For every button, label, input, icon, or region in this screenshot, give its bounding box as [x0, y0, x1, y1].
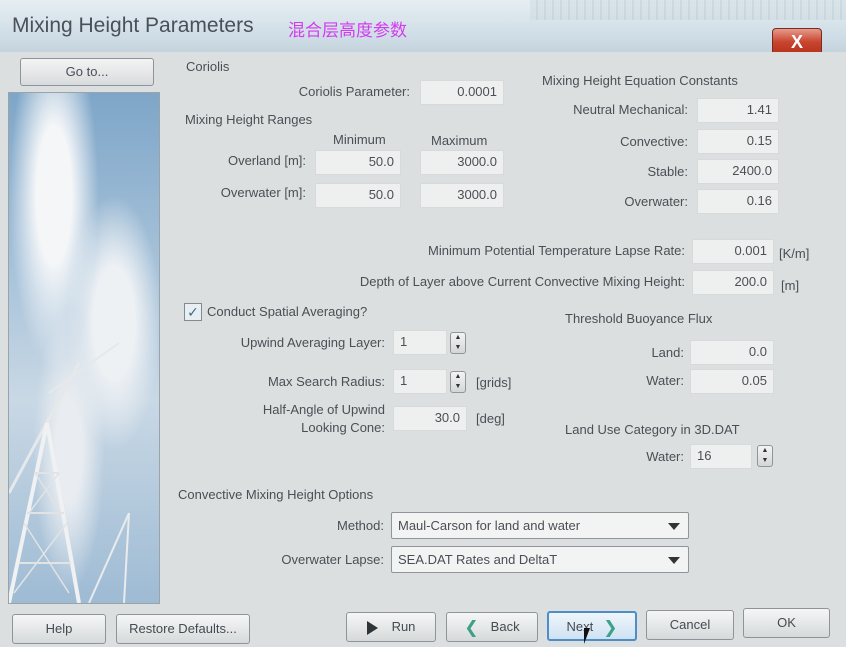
half-angle-field[interactable]: 30.0 [393, 406, 467, 431]
buoyancy-land-label: Land: [651, 345, 684, 360]
buoyancy-water-field[interactable]: 0.05 [690, 369, 774, 394]
stable-label: Stable: [647, 164, 688, 179]
landuse-water-field[interactable]: 16 [690, 444, 752, 469]
half-angle-unit: [deg] [476, 411, 505, 426]
overland-min-field[interactable]: 50.0 [315, 150, 401, 175]
chevron-right-icon: ❯ [603, 617, 618, 637]
spatial-averaging-checkbox[interactable]: ✓ [184, 303, 202, 321]
window-subtitle-cn: 混合层高度参数 [288, 21, 407, 40]
overwater-min-field[interactable]: 50.0 [315, 183, 401, 208]
back-button[interactable]: ❮ Back [446, 612, 538, 642]
max-search-radius-label: Max Search Radius: [267, 374, 385, 389]
play-icon [366, 620, 378, 635]
window-title: Mixing Height Parameters [12, 14, 254, 37]
min-lapse-rate-field[interactable]: 0.001 [692, 239, 774, 264]
neutral-mechanical-label: Neutral Mechanical: [573, 102, 688, 117]
help-button[interactable]: Help [12, 614, 106, 644]
title-bar-background-strip [530, 0, 846, 20]
spatial-averaging-label: Conduct Spatial Averaging? [207, 304, 368, 319]
max-search-radius-unit: [grids] [476, 375, 512, 390]
next-button[interactable]: Next ❯ [547, 611, 637, 641]
chevron-left-icon: ❮ [464, 617, 479, 637]
overwater-lapse-dropdown-value: SEA.DAT Rates and DeltaT [398, 552, 558, 567]
overwater-lapse-label: Overwater Lapse: [281, 552, 384, 567]
overland-label: Overland [m]: [227, 153, 306, 168]
buoyancy-land-field[interactable]: 0.0 [690, 340, 774, 365]
sky-tower-image [8, 92, 160, 604]
landuse-group-title: Land Use Category in 3D.DAT [565, 422, 740, 437]
method-dropdown-value: Maul-Carson for land and water [398, 518, 581, 533]
convective-options-group-title: Convective Mixing Height Options [178, 487, 374, 502]
overwater-constant-label: Overwater: [624, 194, 688, 209]
back-button-label: Back [490, 619, 520, 634]
layer-depth-label: Depth of Layer above Current Convective … [359, 274, 685, 289]
landuse-water-label: Water: [646, 449, 684, 464]
stable-field[interactable]: 2400.0 [697, 159, 779, 184]
ranges-group-title: Mixing Height Ranges [185, 112, 313, 127]
neutral-mechanical-field[interactable]: 1.41 [697, 98, 779, 123]
coriolis-group-title: Coriolis [186, 59, 230, 74]
restore-defaults-button[interactable]: Restore Defaults... [116, 614, 250, 644]
upwind-layer-label: Upwind Averaging Layer: [240, 335, 385, 350]
equation-constants-group-title: Mixing Height Equation Constants [542, 73, 738, 88]
convective-field[interactable]: 0.15 [697, 129, 779, 154]
half-angle-label-line1: Half-Angle of Upwind [262, 402, 385, 417]
run-button-label: Run [391, 619, 416, 634]
min-lapse-rate-label: Minimum Potential Temperature Lapse Rate… [428, 243, 685, 258]
upwind-layer-field[interactable]: 1 [393, 330, 447, 355]
layer-depth-field[interactable]: 200.0 [692, 270, 774, 295]
coriolis-param-label: Coriolis Parameter: [298, 84, 410, 99]
method-label: Method: [337, 518, 384, 533]
overwater-lapse-dropdown[interactable]: SEA.DAT Rates and DeltaT [391, 546, 689, 573]
chevron-down-icon [668, 523, 680, 530]
min-lapse-rate-unit: [K/m] [779, 246, 810, 261]
buoyancy-water-label: Water: [646, 373, 684, 388]
method-dropdown[interactable]: Maul-Carson for land and water [391, 512, 689, 539]
ranges-max-header: Maximum [431, 133, 488, 148]
upwind-layer-spinner[interactable]: ▲ ▼ [450, 332, 466, 354]
max-search-radius-field[interactable]: 1 [393, 369, 447, 394]
overwater-range-label: Overwater [m]: [220, 185, 306, 200]
ranges-min-header: Minimum [333, 132, 386, 147]
convective-label: Convective: [620, 134, 688, 149]
max-search-radius-spinner[interactable]: ▲ ▼ [450, 371, 466, 393]
mouse-cursor-icon [584, 628, 590, 644]
overwater-max-field[interactable]: 3000.0 [420, 183, 504, 208]
cancel-button[interactable]: Cancel [646, 610, 734, 640]
run-button[interactable]: Run [346, 612, 436, 642]
tower-icon [9, 342, 130, 603]
layer-depth-unit: [m] [781, 278, 800, 293]
overwater-constant-field[interactable]: 0.16 [697, 189, 779, 214]
coriolis-param-field[interactable]: 0.0001 [420, 80, 504, 105]
half-angle-label-line2: Looking Cone: [301, 420, 385, 435]
overland-max-field[interactable]: 3000.0 [420, 150, 504, 175]
chevron-down-icon [668, 557, 680, 564]
ok-button[interactable]: OK [743, 608, 830, 638]
landuse-water-spinner[interactable]: ▲ ▼ [757, 445, 773, 467]
goto-button[interactable]: Go to... [20, 58, 154, 86]
buoyancy-group-title: Threshold Buoyance Flux [565, 311, 713, 326]
